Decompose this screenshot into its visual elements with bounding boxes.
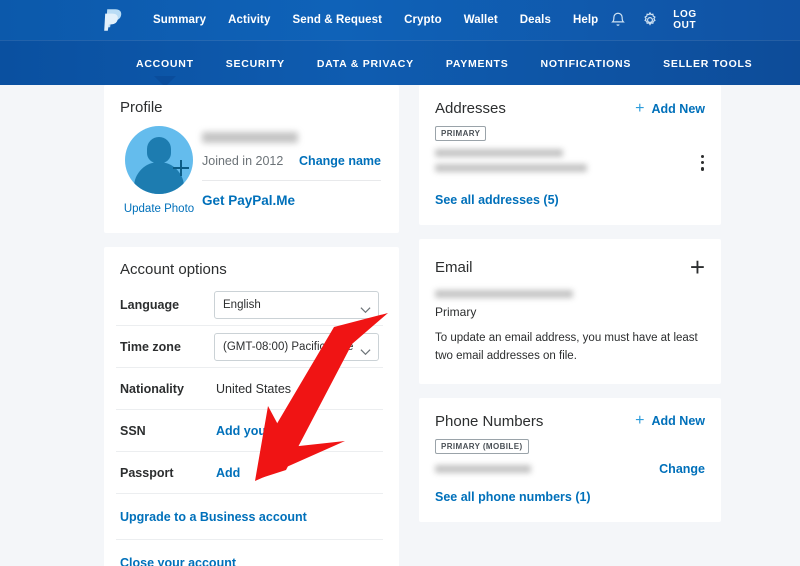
option-value-nationality: United States [216,381,292,396]
phone-number-redacted [435,464,531,473]
add-new-address-label[interactable]: Add New [652,102,705,116]
email-primary-label: Primary [435,305,477,319]
nav-item-help[interactable]: Help [562,14,609,26]
nav-item-summary[interactable]: Summary [142,14,217,26]
gear-icon[interactable] [641,11,659,29]
top-right-controls: LOG OUT [609,9,784,31]
nav-item-wallet[interactable]: Wallet [453,14,509,26]
tab-security[interactable]: SECURITY [210,58,301,70]
upgrade-business-account-link[interactable]: Upgrade to a Business account [120,510,307,524]
addresses-card: Addresses + Add New PRIMARY See all addr… [419,85,721,225]
upgrade-row: Upgrade to a Business account [116,494,383,540]
avatar[interactable] [125,126,193,194]
timezone-select[interactable]: (GMT-08:00) Pacific Time [214,332,379,361]
option-label-language: Language [120,297,180,312]
avatar-head-shape [147,137,171,163]
paypal-logo-icon[interactable] [104,8,124,32]
update-photo-link[interactable]: Update Photo [116,203,202,215]
nav-item-deals[interactable]: Deals [509,14,562,26]
profile-name-redacted [202,132,298,143]
add-ssn-link[interactable]: Add your SSN [216,424,300,438]
kebab-menu-icon[interactable] [701,149,705,171]
option-label-nationality: Nationality [120,381,184,396]
option-row-passport: Passport Add [116,452,383,494]
right-column: Addresses + Add New PRIMARY See all addr… [419,85,721,522]
profile-info: Joined in 2012 Change name Get PayPal.Me [202,126,383,215]
account-options-card: Account options Language English Time zo… [104,247,399,566]
phone-numbers-title: Phone Numbers [435,412,544,430]
tab-notifications[interactable]: NOTIFICATIONS [524,58,647,70]
tab-seller-tools[interactable]: SELLER TOOLS [647,58,768,70]
see-all-phone-numbers-link[interactable]: See all phone numbers (1) [435,490,591,504]
top-navigation-bar: Summary Activity Send & Request Crypto W… [0,0,800,40]
add-new-address-button[interactable]: + Add New [635,99,705,117]
option-label-ssn: SSN [120,423,146,438]
plus-icon: + [635,412,645,430]
tab-data-privacy[interactable]: DATA & PRIVACY [301,58,430,70]
language-select[interactable]: English [214,290,379,319]
address-primary-badge: PRIMARY [435,126,487,141]
paypal-account-settings-page: Summary Activity Send & Request Crypto W… [0,0,800,566]
tab-account[interactable]: ACCOUNT [120,58,210,70]
joined-date: Joined in 2012 [202,154,284,168]
option-row-timezone: Time zone (GMT-08:00) Pacific Time [116,326,383,368]
email-title: Email [435,258,473,276]
profile-divider [202,180,381,181]
get-paypalme-link[interactable]: Get PayPal.Me [202,193,295,208]
phone-primary-badge: PRIMARY (MOBILE) [435,438,529,454]
kebab-dot [701,167,705,171]
plus-icon: + [635,99,645,117]
email-note: To update an email address, you must hav… [435,332,698,362]
add-new-phone-button[interactable]: + Add New [635,413,705,429]
option-label-timezone: Time zone [120,339,181,354]
timezone-select-wrap: (GMT-08:00) Pacific Time [214,332,379,361]
see-all-addresses-link[interactable]: See all addresses (5) [435,193,559,207]
change-phone-link[interactable]: Change [659,462,705,476]
tab-payments[interactable]: PAYMENTS [430,58,525,70]
close-account-link[interactable]: Close your account [120,556,236,566]
option-row-language: Language English [116,284,383,326]
account-options-title: Account options [120,261,227,278]
change-name-link[interactable]: Change name [299,154,381,168]
nav-item-crypto[interactable]: Crypto [393,14,453,26]
logout-button[interactable]: LOG OUT [673,9,712,31]
addresses-title: Addresses [435,100,506,117]
nav-item-activity[interactable]: Activity [217,14,281,26]
address-line-1-redacted [435,149,563,157]
nav-item-send-request[interactable]: Send & Request [281,14,393,26]
add-passport-link[interactable]: Add [216,466,240,480]
secondary-navigation-bar: ACCOUNT SECURITY DATA & PRIVACY PAYMENTS… [0,40,800,85]
email-card: Email + Primary To update an email addre… [419,239,721,384]
profile-card: Profile Update Photo Joined in 2012 Chan… [104,85,399,233]
left-column: Profile Update Photo Joined in 2012 Chan… [104,85,399,566]
add-photo-plus-icon[interactable] [173,160,189,176]
language-select-wrap: English [214,290,379,319]
option-label-passport: Passport [120,465,174,480]
option-row-nationality: Nationality United States [116,368,383,410]
address-line-2-redacted [435,164,587,172]
main-nav: Summary Activity Send & Request Crypto W… [142,14,609,26]
kebab-dot [701,161,705,165]
add-email-plus-icon[interactable]: + [690,254,705,280]
email-address-redacted [435,290,573,298]
avatar-section: Update Photo [116,126,202,215]
option-row-ssn: SSN Add your SSN [116,410,383,452]
sub-nav: ACCOUNT SECURITY DATA & PRIVACY PAYMENTS… [0,41,800,86]
add-new-phone-label[interactable]: Add New [652,414,705,428]
kebab-dot [701,155,705,159]
profile-card-title: Profile [120,99,163,116]
close-account-row: Close your account [116,540,383,566]
bell-icon[interactable] [609,11,627,29]
phone-numbers-card: Phone Numbers + Add New PRIMARY (MOBILE)… [419,397,721,522]
